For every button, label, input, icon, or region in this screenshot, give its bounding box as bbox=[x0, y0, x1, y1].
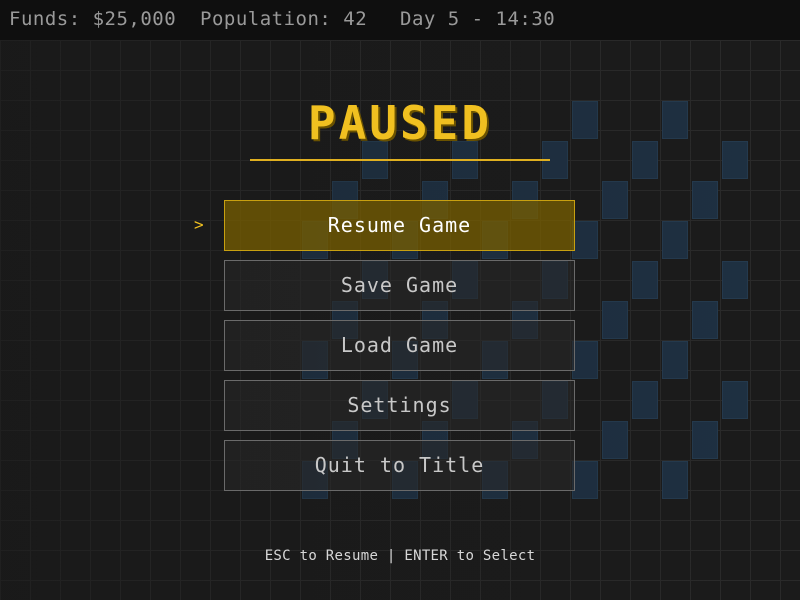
funds-readout: Funds: $25,000 bbox=[9, 8, 177, 30]
quit-to-title-button[interactable]: Quit to Title bbox=[224, 440, 575, 491]
settings-button[interactable]: Settings bbox=[224, 380, 575, 431]
day-time-readout: Day 5 - 14:30 bbox=[400, 8, 556, 30]
title-divider bbox=[250, 159, 550, 161]
save-game-button[interactable]: Save Game bbox=[224, 260, 575, 311]
resume-game-button[interactable]: Resume Game bbox=[224, 200, 575, 251]
population-readout: Population: 42 bbox=[200, 8, 368, 30]
load-game-button[interactable]: Load Game bbox=[224, 320, 575, 371]
hud-bar: Funds: $25,000 Population: 42 Day 5 - 14… bbox=[0, 0, 800, 40]
selection-cursor-icon: > bbox=[194, 215, 204, 234]
game-screen: Funds: $25,000 Population: 42 Day 5 - 14… bbox=[0, 0, 800, 600]
pause-title: PAUSED bbox=[307, 96, 493, 150]
controls-hint: ESC to Resume | ENTER to Select bbox=[264, 548, 536, 564]
